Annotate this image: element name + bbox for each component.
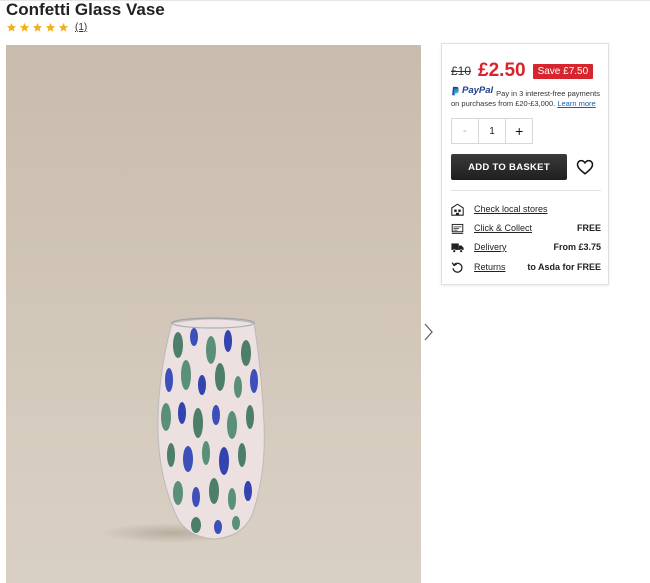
fulfilment-check-stores[interactable]: Check local stores (451, 202, 601, 216)
check-local-stores-link[interactable]: Check local stores (474, 204, 548, 214)
returns-value: to Asda for FREE (527, 262, 601, 272)
click-collect-value: FREE (576, 223, 601, 233)
delivery-link[interactable]: Delivery (474, 242, 507, 252)
old-price: £10 (451, 64, 472, 78)
purchase-panel: £10 £2.50 Save £7.50 PayPal Pay in 3 int… (441, 43, 609, 285)
click-collect-icon (451, 223, 464, 234)
vase-illustration (101, 317, 265, 543)
quantity-decrease-button[interactable]: - (452, 119, 479, 143)
review-count-link[interactable]: (1) (75, 22, 87, 33)
sale-price: £2.50 (478, 60, 526, 81)
delivery-truck-icon (451, 242, 464, 253)
star-icon (58, 22, 69, 32)
star-icon (19, 22, 30, 32)
quantity-stepper: - 1 + (451, 118, 533, 144)
image-next-arrow[interactable] (423, 322, 435, 342)
fulfilment-delivery[interactable]: Delivery From £3.75 (451, 240, 601, 254)
star-icon (32, 22, 43, 32)
paypal-learn-more-link[interactable]: Learn more (557, 99, 595, 108)
product-rating[interactable]: (1) (6, 22, 87, 33)
star-icon (6, 22, 17, 32)
paypal-message: PayPal Pay in 3 interest-free payments o… (451, 86, 607, 109)
fulfilment-returns[interactable]: Returns to Asda for FREE (451, 260, 601, 274)
heart-icon[interactable] (576, 158, 594, 176)
delivery-value: From £3.75 (553, 242, 601, 252)
paypal-icon (452, 86, 459, 96)
quantity-increase-button[interactable]: + (505, 119, 532, 143)
returns-icon (451, 261, 463, 273)
store-icon (451, 203, 464, 216)
price-row: £10 £2.50 Save £7.50 (451, 60, 594, 82)
fulfilment-click-collect[interactable]: Click & Collect FREE (451, 221, 601, 235)
paypal-logo: PayPal (451, 86, 493, 96)
click-collect-link[interactable]: Click & Collect (474, 223, 532, 233)
quantity-value[interactable]: 1 (479, 119, 506, 143)
paypal-brand: PayPal (462, 85, 494, 96)
product-title: Confetti Glass Vase (6, 0, 165, 19)
product-image[interactable] (6, 45, 421, 583)
star-icon (45, 22, 56, 32)
add-to-basket-button[interactable]: ADD TO BASKET (451, 154, 567, 180)
panel-divider (451, 190, 601, 191)
save-badge: Save £7.50 (532, 63, 594, 79)
returns-link[interactable]: Returns (474, 262, 506, 272)
